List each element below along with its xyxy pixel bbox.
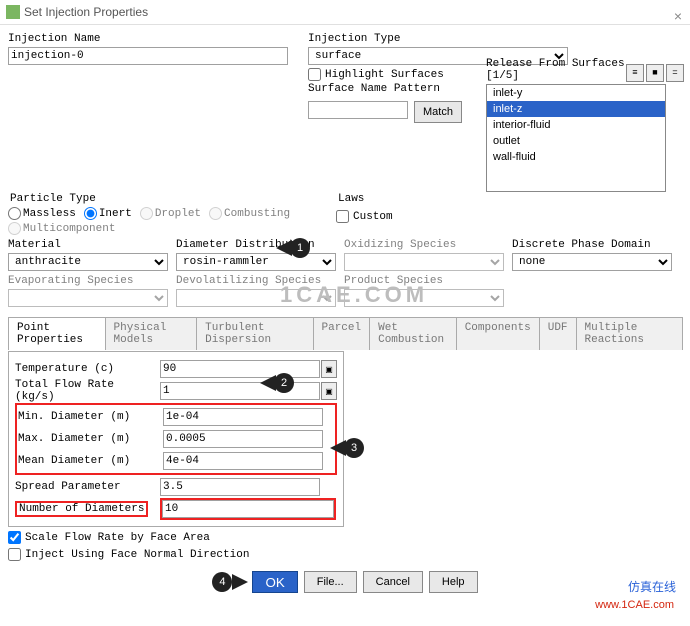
- discrete-select[interactable]: none: [512, 253, 672, 271]
- tab-wet-combustion[interactable]: Wet Combustion: [369, 317, 457, 350]
- list-item[interactable]: outlet: [487, 133, 665, 149]
- max-dia-input[interactable]: [163, 430, 323, 448]
- file-button[interactable]: File...: [304, 571, 357, 593]
- spin-icon[interactable]: ▣: [321, 360, 337, 378]
- injection-name-label: Injection Name: [8, 33, 298, 45]
- release-deselect-icon[interactable]: =: [666, 64, 684, 82]
- scale-flow-checkbox[interactable]: [8, 531, 21, 544]
- material-select[interactable]: anthracite: [8, 253, 168, 271]
- custom-laws-checkbox[interactable]: [336, 210, 349, 223]
- injection-type-label: Injection Type: [308, 33, 588, 45]
- match-button[interactable]: Match: [414, 101, 462, 123]
- max-dia-label: Max. Diameter (m): [18, 433, 163, 445]
- tab-point-properties[interactable]: Point Properties: [8, 317, 106, 350]
- evap-label: Evaporating Species: [8, 275, 168, 287]
- cancel-button[interactable]: Cancel: [363, 571, 423, 593]
- release-surfaces-list[interactable]: inlet-y inlet-z interior-fluid outlet wa…: [486, 84, 666, 192]
- product-label: Product Species: [344, 275, 504, 287]
- release-select-all-icon[interactable]: ■: [646, 64, 664, 82]
- material-label: Material: [8, 239, 168, 251]
- list-item[interactable]: wall-fluid: [487, 149, 665, 165]
- release-toggle-icon[interactable]: ≡: [626, 64, 644, 82]
- diameter-dist-label: Diameter Distribution: [176, 239, 336, 251]
- total-flow-input[interactable]: [160, 382, 320, 400]
- mean-dia-label: Mean Diameter (m): [18, 455, 163, 467]
- diameter-dist-select[interactable]: rosin-rammler: [176, 253, 336, 271]
- product-select: [344, 289, 504, 307]
- callout-1: 1: [290, 238, 310, 258]
- tab-physical-models[interactable]: Physical Models: [105, 317, 198, 350]
- ok-button[interactable]: OK: [252, 571, 297, 593]
- title-bar: Set Injection Properties ×: [0, 0, 690, 25]
- devol-select: [176, 289, 336, 307]
- help-button[interactable]: Help: [429, 571, 478, 593]
- window-title: Set Injection Properties: [24, 0, 148, 25]
- inject-normal-label: Inject Using Face Normal Direction: [25, 549, 249, 561]
- discrete-label: Discrete Phase Domain: [512, 239, 672, 251]
- inject-normal-checkbox[interactable]: [8, 548, 21, 561]
- laws-legend: Laws: [336, 193, 366, 205]
- spin-icon[interactable]: ▣: [321, 382, 337, 400]
- app-icon: [6, 5, 20, 19]
- radio-massless[interactable]: [8, 207, 21, 220]
- tab-multiple-reactions[interactable]: Multiple Reactions: [576, 317, 683, 350]
- spread-label: Spread Parameter: [15, 481, 160, 493]
- scale-flow-label: Scale Flow Rate by Face Area: [25, 532, 210, 544]
- oxidizing-label: Oxidizing Species: [344, 239, 504, 251]
- total-flow-label: Total Flow Rate (kg/s): [15, 379, 160, 403]
- evap-select: [8, 289, 168, 307]
- callout-pointer: [232, 574, 248, 590]
- radio-droplet: [140, 207, 153, 220]
- close-icon[interactable]: ×: [674, 4, 682, 29]
- injection-name-input[interactable]: [8, 47, 288, 65]
- highlight-surfaces-checkbox[interactable]: [308, 68, 321, 81]
- tabbar: Point Properties Physical Models Turbule…: [8, 317, 682, 351]
- oxidizing-select: [344, 253, 504, 271]
- list-item[interactable]: interior-fluid: [487, 117, 665, 133]
- min-dia-label: Min. Diameter (m): [18, 411, 163, 423]
- watermark-text: 仿真在线: [628, 578, 676, 595]
- tab-components[interactable]: Components: [456, 317, 540, 350]
- list-item[interactable]: inlet-y: [487, 85, 665, 101]
- custom-laws-label: Custom: [353, 211, 393, 223]
- highlight-surfaces-label: Highlight Surfaces: [325, 69, 444, 81]
- radio-combusting: [209, 207, 222, 220]
- temperature-input[interactable]: [160, 360, 320, 378]
- list-item[interactable]: inlet-z: [487, 101, 665, 117]
- spread-input[interactable]: [160, 478, 320, 496]
- min-dia-input[interactable]: [163, 408, 323, 426]
- temperature-label: Temperature (c): [15, 363, 160, 375]
- tab-parcel[interactable]: Parcel: [313, 317, 371, 350]
- num-dia-input[interactable]: [162, 500, 334, 518]
- callout-2: 2: [274, 373, 294, 393]
- pattern-input[interactable]: [308, 101, 408, 119]
- particle-type-legend: Particle Type: [8, 193, 98, 205]
- release-title: Release From Surfaces [1/5]: [486, 58, 626, 82]
- callout-4: 4: [212, 572, 232, 592]
- tab-udf[interactable]: UDF: [539, 317, 577, 350]
- devol-label: Devolatilizing Species: [176, 275, 336, 287]
- watermark-url: www.1CAE.com: [595, 599, 674, 611]
- radio-inert[interactable]: [84, 207, 97, 220]
- tab-turbulent-dispersion[interactable]: Turbulent Dispersion: [196, 317, 313, 350]
- num-dia-label: Number of Diameters: [15, 501, 148, 517]
- callout-3: 3: [344, 438, 364, 458]
- radio-multicomponent: [8, 222, 21, 235]
- mean-dia-input[interactable]: [163, 452, 323, 470]
